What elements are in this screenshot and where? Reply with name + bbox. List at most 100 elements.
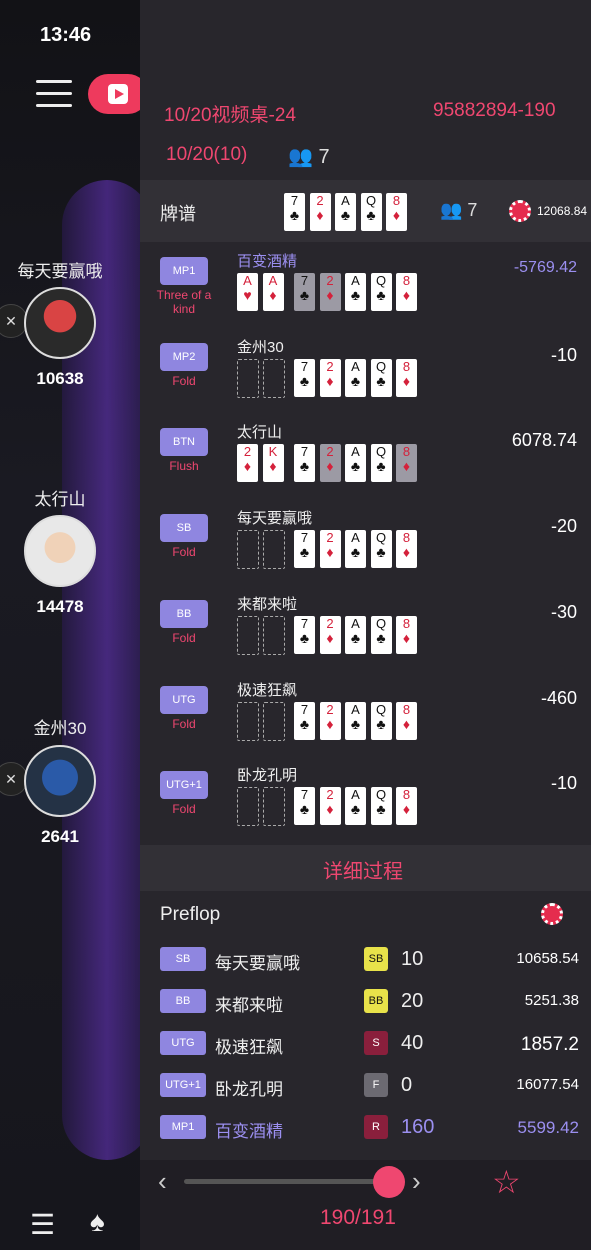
log-stack: 5251.38 xyxy=(524,992,579,1009)
card-rank: 8 xyxy=(392,193,401,208)
card-rank: 2 xyxy=(326,444,334,460)
card-rank: 2 xyxy=(326,530,334,546)
card-suit: ♣ xyxy=(350,372,361,389)
board-label: 牌谱 xyxy=(160,204,196,224)
playing-card: 8 ♦ xyxy=(396,787,417,826)
spade-icon[interactable]: ♠ xyxy=(90,1206,105,1238)
playing-card: 8 ♦ xyxy=(396,273,417,311)
card-suit: ♣ xyxy=(299,544,310,561)
hand-result-label: Fold xyxy=(172,802,196,817)
playing-card: A ♣ xyxy=(345,358,366,397)
card-rank: A xyxy=(341,193,350,208)
players-count-value: 7 xyxy=(318,146,330,168)
card-rank: 8 xyxy=(402,444,411,460)
card-rank: 7 xyxy=(300,787,309,803)
playing-card: 8 ♦ xyxy=(396,701,417,740)
card-suit: ♦ xyxy=(269,287,277,303)
card-suit: ♣ xyxy=(289,207,300,223)
favorite-star-icon[interactable]: ☆ xyxy=(492,1163,521,1201)
card-suit: ♦ xyxy=(243,458,252,475)
log-position-badge: MP1 xyxy=(160,1115,206,1139)
board-players: 👥 7 xyxy=(440,200,478,220)
card-rank: 7 xyxy=(300,358,309,374)
blinds-label: 10/20(10) xyxy=(166,144,248,165)
playing-card: Q ♣ xyxy=(360,193,382,231)
log-player-name: 极速狂飙 xyxy=(215,1038,283,1057)
playing-card: 2 ♦ xyxy=(319,444,341,483)
empty-card-slot xyxy=(237,358,259,398)
result-amount: 6078.74 xyxy=(511,430,577,451)
seat-name-2: 太行山 xyxy=(34,490,86,509)
menu-icon[interactable] xyxy=(36,80,72,108)
hand-result-label: Fold xyxy=(172,545,196,560)
card-rank: A xyxy=(268,273,278,288)
position-badge: UTG+1 xyxy=(160,771,208,800)
playing-card: 8 ♦ xyxy=(396,358,417,397)
card-suit: ♣ xyxy=(350,458,361,475)
card-rank: 2 xyxy=(326,358,334,374)
card-suit: ♦ xyxy=(326,544,334,561)
detail-label[interactable]: 详细过程 xyxy=(323,855,403,884)
position-badge: MP1 xyxy=(160,257,208,285)
card-rank: A xyxy=(351,701,360,717)
log-player-name: 百变酒精 xyxy=(215,1122,283,1141)
empty-card-slot xyxy=(262,701,285,741)
avatar[interactable] xyxy=(24,515,96,587)
prev-arrow-icon[interactable]: ‹ xyxy=(158,1166,167,1197)
playing-card: 7 ♣ xyxy=(284,193,305,231)
empty-card-slot xyxy=(237,530,259,570)
card-rank: A xyxy=(351,615,360,631)
playing-card: 2 ♦ xyxy=(319,530,341,569)
card-rank: 2 xyxy=(326,273,334,288)
card-suit: ♦ xyxy=(326,801,334,818)
result-amount: -10 xyxy=(550,773,577,794)
playing-card: Q ♣ xyxy=(370,444,392,483)
card-suit: ♦ xyxy=(402,287,411,303)
card-suit: ♦ xyxy=(402,629,411,646)
replay-slider-thumb[interactable] xyxy=(373,1166,405,1198)
avatar[interactable] xyxy=(24,745,96,817)
playing-card: 7 ♣ xyxy=(294,444,315,483)
replay-slider-track[interactable] xyxy=(184,1179,384,1184)
pot-value: 12068.84 xyxy=(537,204,588,218)
card-suit: ♦ xyxy=(326,629,334,646)
log-stack: 1857.2 xyxy=(520,1034,579,1055)
playing-card: A ♣ xyxy=(345,444,366,483)
playing-card: Q ♣ xyxy=(370,530,392,569)
card-rank: 2 xyxy=(326,701,334,717)
card-rank: Q xyxy=(375,787,387,803)
card-rank: A xyxy=(243,273,252,288)
empty-card-slot xyxy=(237,787,259,827)
playing-card: 2 ♦ xyxy=(319,701,341,740)
card-suit: ♦ xyxy=(326,458,334,475)
card-suit: ♣ xyxy=(350,715,361,732)
card-rank: Q xyxy=(375,273,387,288)
card-rank: 8 xyxy=(402,787,411,803)
empty-card-slot xyxy=(237,701,259,741)
list-icon[interactable]: ☰ xyxy=(30,1208,55,1241)
playing-card: 8 ♦ xyxy=(396,530,417,569)
card-suit: ♦ xyxy=(326,715,334,732)
card-rank: K xyxy=(268,444,278,460)
log-amount: 40 xyxy=(401,1032,424,1054)
playing-card: 8 ♦ xyxy=(386,193,407,231)
playing-card: 7 ♣ xyxy=(294,615,315,654)
video-play-button[interactable] xyxy=(88,74,148,114)
result-amount: -460 xyxy=(540,687,577,708)
card-suit: ♦ xyxy=(326,372,334,389)
card-rank: A xyxy=(351,444,360,460)
playing-card: Q ♣ xyxy=(370,273,392,311)
playing-card: 8 ♦ xyxy=(396,615,417,654)
card-suit: ♣ xyxy=(376,287,386,303)
card-rank: 2 xyxy=(326,787,334,803)
card-suit: ♣ xyxy=(350,801,361,818)
result-amount: -5769.42 xyxy=(513,259,577,276)
card-rank: 8 xyxy=(402,701,411,717)
card-rank: 2 xyxy=(326,615,334,631)
card-suit: ♣ xyxy=(299,715,310,732)
avatar[interactable] xyxy=(24,287,96,359)
playing-card: Q ♣ xyxy=(370,701,392,740)
next-arrow-icon[interactable]: › xyxy=(412,1166,421,1197)
log-player-name: 卧龙孔明 xyxy=(215,1080,283,1099)
playing-card: 8 ♦ xyxy=(396,444,417,483)
